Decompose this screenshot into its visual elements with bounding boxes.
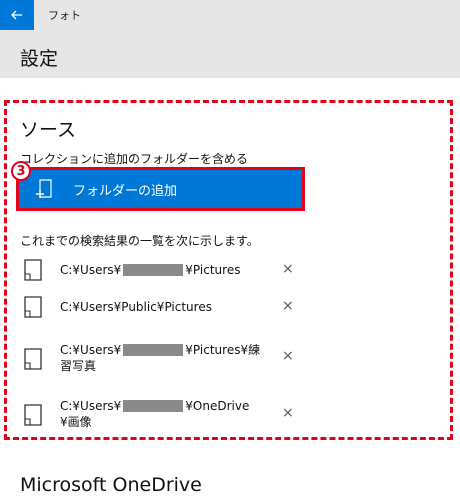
app-title: フォト — [48, 9, 81, 22]
onedrive-section-title: Microsoft OneDrive — [20, 474, 202, 496]
remove-folder-button[interactable]: × — [282, 261, 294, 277]
folder-icon — [24, 296, 42, 318]
title-bar: フォト — [0, 0, 460, 30]
folder-icon — [24, 348, 42, 370]
folder-path: C:¥Users¥ ¥Pictures¥練 習写真 — [60, 343, 261, 373]
remove-folder-button[interactable]: × — [282, 405, 294, 421]
add-folder-button[interactable]: フォルダーの追加 — [19, 170, 302, 208]
folder-path: C:¥Users¥ ¥OneDrive ¥画像 — [60, 399, 250, 429]
folder-path: C:¥Users¥ ¥Pictures — [60, 263, 241, 277]
sources-section-title: ソース — [20, 119, 77, 141]
add-folder-button-label: フォルダーの追加 — [73, 183, 178, 199]
folder-icon — [24, 404, 42, 426]
folder-add-icon — [36, 179, 52, 198]
redacted-username — [123, 344, 184, 356]
arrow-left-icon — [11, 10, 22, 20]
folder-icon — [24, 259, 42, 281]
folder-list-caption: これまでの検索結果の一覧を次に示します。 — [20, 234, 259, 248]
remove-folder-button[interactable]: × — [282, 298, 294, 314]
page-title: 設定 — [20, 48, 59, 70]
remove-folder-button[interactable]: × — [282, 348, 294, 364]
back-button[interactable] — [0, 0, 34, 30]
redacted-username — [123, 400, 184, 412]
step-number-badge: 3 — [11, 161, 31, 181]
folder-path: C:¥Users¥Public¥Pictures — [60, 300, 212, 314]
page-header: 設定 — [0, 30, 460, 78]
sources-subtitle: コレクションに追加のフォルダーを含める — [20, 152, 249, 166]
redacted-username — [123, 264, 184, 276]
